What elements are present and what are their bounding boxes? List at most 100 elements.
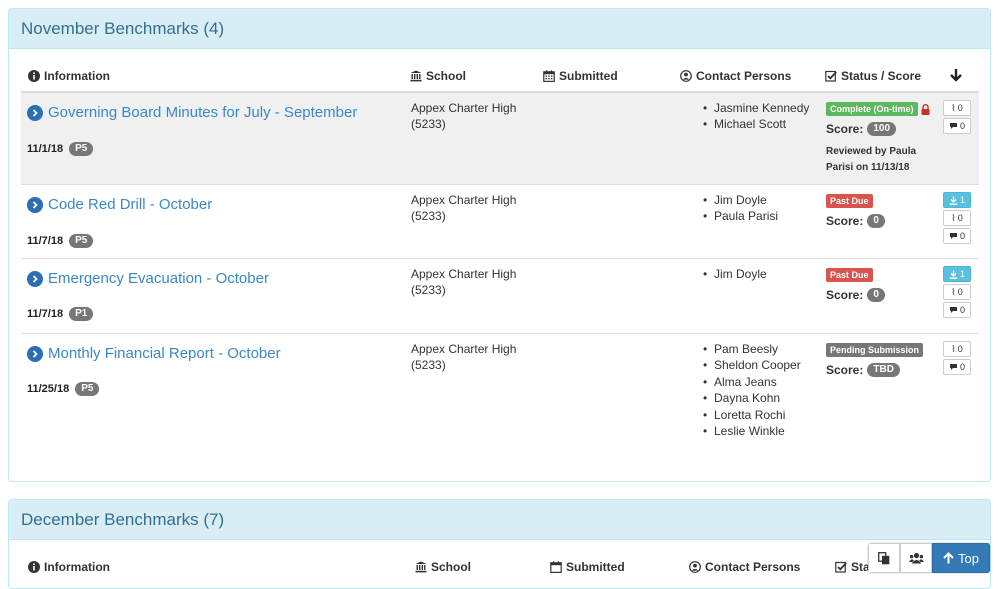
col-information-header[interactable]: Information	[28, 560, 110, 574]
school-cell: Appex Charter High (5233)	[411, 192, 516, 224]
contact-person: Dayna Kohn	[699, 390, 801, 407]
attachments-count: 0	[957, 344, 963, 354]
contact-person: Jasmine Kennedy	[699, 100, 809, 117]
col-submitted-header[interactable]: Submitted	[543, 69, 618, 83]
comments-icon	[949, 233, 957, 239]
score-label: Score:	[826, 214, 864, 228]
comments-button[interactable]: 0	[943, 118, 971, 134]
score-line: Score: TBD	[826, 363, 931, 377]
col-contacts-header[interactable]: Contact Persons	[689, 560, 800, 574]
download-icon	[949, 196, 958, 205]
download-icon	[949, 270, 958, 279]
info-circle-icon	[28, 70, 40, 82]
status-badge: Pending Submission	[826, 343, 924, 357]
score-label: Score:	[826, 363, 864, 377]
comments-icon	[949, 307, 957, 313]
row-actions: ⌇ 0 0	[943, 100, 971, 134]
score-badge: 100	[867, 122, 897, 136]
checkbox-icon	[825, 70, 837, 82]
attachments-count: 0	[957, 213, 963, 223]
due-date: 11/1/18	[27, 143, 64, 155]
row-date: 11/1/18 P5	[27, 142, 94, 156]
arrow-up-icon	[943, 552, 954, 564]
paperclip-icon: ⌇	[951, 212, 956, 223]
comments-count: 0	[959, 121, 965, 131]
sort-down-button[interactable]	[949, 68, 963, 82]
col-submitted-header[interactable]: Submitted	[550, 560, 625, 574]
school-name: Appex Charter High	[411, 267, 517, 281]
attachments-count: 0	[957, 287, 963, 297]
row-date: 11/7/18 P1	[27, 307, 94, 321]
score-label: Score:	[826, 288, 864, 302]
col-contacts-label: Contact Persons	[696, 69, 792, 83]
score-line: Score: 100	[826, 122, 931, 136]
contact-person: Sheldon Cooper	[699, 357, 801, 374]
col-status-header[interactable]: Status / Score	[825, 69, 921, 83]
attachments-button[interactable]: ⌇ 0	[943, 284, 971, 300]
status-cell: Complete (On-time) Score: 100 Reviewed b…	[826, 102, 931, 176]
comments-button[interactable]: 0	[943, 228, 971, 244]
row-title-link[interactable]: Code Red Drill - October	[27, 196, 212, 213]
upload-button[interactable]: 1	[943, 266, 971, 282]
chevron-right-circle-icon	[27, 104, 43, 121]
row-actions: ⌇ 0 0	[943, 341, 971, 375]
attachments-button[interactable]: ⌇ 0	[943, 210, 971, 226]
col-information-label: Information	[44, 69, 110, 83]
status-badge: Complete (On-time)	[826, 102, 918, 116]
comments-count: 0	[959, 231, 965, 241]
row-title-link[interactable]: Governing Board Minutes for July - Septe…	[27, 104, 357, 121]
paperclip-icon: ⌇	[951, 102, 956, 113]
bank-icon	[410, 70, 422, 82]
december-benchmarks-panel: December Benchmarks (7) Information Scho…	[8, 499, 991, 589]
score-label: Score:	[826, 122, 864, 136]
panel-title: December Benchmarks	[21, 509, 199, 529]
back-to-top-button[interactable]: Top	[932, 543, 990, 573]
contact-person: Michael Scott	[699, 116, 809, 133]
row-title-link[interactable]: Monthly Financial Report - October	[27, 345, 281, 362]
attachments-button[interactable]: ⌇ 0	[943, 341, 971, 357]
comments-button[interactable]: 0	[943, 302, 971, 318]
user-circle-icon	[689, 561, 701, 573]
november-benchmarks-panel: November Benchmarks (4) Information Scho…	[8, 8, 991, 482]
status-cell: Past Due Score: 0	[826, 268, 931, 302]
status-badge: Past Due	[826, 194, 873, 208]
contact-person: Paula Parisi	[699, 208, 778, 225]
col-contacts-header[interactable]: Contact Persons	[680, 69, 791, 83]
comments-button[interactable]: 0	[943, 359, 971, 375]
table-row: Monthly Financial Report - October 11/25…	[21, 333, 979, 449]
contact-person: Alma Jeans	[699, 374, 801, 391]
users-button[interactable]	[900, 543, 932, 573]
chevron-right-circle-icon	[27, 196, 43, 213]
school-code: (5233)	[411, 117, 446, 131]
panel-heading[interactable]: December Benchmarks (7)	[9, 500, 990, 540]
attachments-button[interactable]: ⌇ 0	[943, 100, 971, 116]
score-line: Score: 0	[826, 214, 931, 228]
col-information-header[interactable]: Information	[28, 69, 110, 83]
calendar-icon	[550, 561, 562, 573]
priority-badge: P5	[69, 142, 94, 156]
contact-list: Pam Beesly Sheldon Cooper Alma Jeans Day…	[699, 341, 801, 440]
comments-icon	[949, 123, 957, 129]
due-date: 11/25/18	[27, 383, 70, 395]
priority-badge: P1	[69, 307, 94, 321]
status-badge: Past Due	[826, 268, 873, 282]
row-actions: 1 ⌇ 0 0	[943, 266, 971, 318]
col-school-header[interactable]: School	[410, 69, 466, 83]
upload-button[interactable]: 1	[943, 192, 971, 208]
panel-heading[interactable]: November Benchmarks (4)	[9, 9, 990, 49]
col-submitted-label: Submitted	[559, 69, 618, 83]
upload-count: 1	[959, 195, 965, 205]
row-title: Code Red Drill - October	[48, 196, 213, 213]
col-contacts-label: Contact Persons	[705, 560, 801, 574]
contact-person: Pam Beesly	[699, 341, 801, 358]
priority-badge: P5	[69, 234, 94, 248]
contact-list: Jim Doyle	[699, 266, 767, 283]
col-school-header[interactable]: School	[415, 560, 471, 574]
attachments-count: 0	[957, 103, 963, 113]
arrow-down-icon	[950, 69, 962, 82]
copy-button[interactable]	[868, 543, 900, 573]
row-title: Emergency Evacuation - October	[48, 270, 269, 287]
calendar-icon	[543, 70, 555, 82]
row-title-link[interactable]: Emergency Evacuation - October	[27, 270, 269, 287]
school-cell: Appex Charter High (5233)	[411, 100, 516, 132]
